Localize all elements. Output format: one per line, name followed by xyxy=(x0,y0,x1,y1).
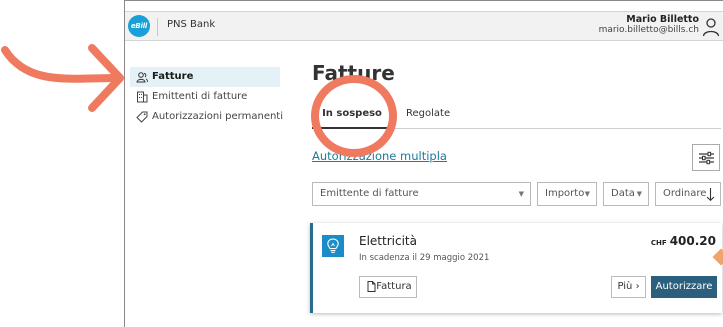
chevron-down-icon: ▼ xyxy=(636,190,642,198)
chevron-down-icon: ▼ xyxy=(518,190,524,198)
app-window: eBill PNS Bank Mario Billetto mario.bill… xyxy=(124,0,723,327)
currency-label: CHF xyxy=(650,239,667,247)
building-icon xyxy=(137,91,148,103)
user-info[interactable]: Mario Billetto mario.billetto@bills.ch xyxy=(599,14,699,36)
sidebar-item-bills[interactable]: Fatture xyxy=(130,67,280,87)
sidebar-item-label: Autorizzazioni permanenti xyxy=(152,111,284,122)
sidebar-item-label: Fatture xyxy=(152,71,194,82)
lightbulb-icon xyxy=(322,235,344,257)
tab-settled[interactable]: Regolate xyxy=(406,101,462,129)
amount-filter-label: Importo xyxy=(545,188,585,199)
user-name: Mario Billetto xyxy=(626,14,699,25)
sidebar-item-label: Emittenti di fatture xyxy=(152,91,248,102)
issuer-filter-select[interactable]: Emittente di fatture ▼ xyxy=(312,182,531,206)
chevron-right-icon: › xyxy=(635,281,640,292)
annotation-highlight-circle xyxy=(311,75,397,157)
document-icon xyxy=(367,281,376,292)
bill-amount: CHF 400.20 xyxy=(651,234,716,248)
bill-card[interactable]: Elettricità In scadenza il 29 maggio 202… xyxy=(310,223,722,313)
issuer-filter-label: Emittente di fatture xyxy=(320,188,419,199)
chevron-down-icon: ▼ xyxy=(584,190,590,198)
sidebar-item-permanent-authorizations[interactable]: Autorizzazioni permanenti xyxy=(130,107,284,127)
more-button[interactable]: Più › xyxy=(611,276,646,298)
ebill-logo[interactable]: eBill xyxy=(128,15,150,37)
bill-title: Elettricità xyxy=(359,234,417,248)
logo-divider xyxy=(157,18,158,36)
top-bar: eBill PNS Bank Mario Billetto mario.bill… xyxy=(125,11,723,41)
amount-value: 400.20 xyxy=(669,234,716,248)
sort-arrow-icon xyxy=(706,188,715,201)
annotation-arrow-icon xyxy=(1,44,124,112)
invoice-button-label: Fattura xyxy=(376,281,412,292)
bank-name: PNS Bank xyxy=(167,19,216,30)
user-email: mario.billetto@bills.ch xyxy=(598,25,699,35)
user-icon[interactable] xyxy=(702,17,720,37)
amount-filter-select[interactable]: Importo ▼ xyxy=(537,182,597,206)
authorize-button[interactable]: Autorizzare xyxy=(651,276,717,298)
filter-settings-button[interactable] xyxy=(692,144,720,171)
view-invoice-button[interactable]: Fattura xyxy=(359,276,417,298)
sort-select[interactable]: Ordinare xyxy=(655,182,721,206)
sidebar-item-issuers[interactable]: Emittenti di fatture xyxy=(130,87,280,107)
more-button-label: Più xyxy=(617,281,633,292)
sort-label: Ordinare xyxy=(663,188,707,199)
sidebar: Fatture Emittenti di fatture Autorizzazi… xyxy=(130,67,284,127)
date-filter-select[interactable]: Data ▼ xyxy=(603,182,649,206)
date-filter-label: Data xyxy=(611,188,635,199)
tag-icon xyxy=(136,111,148,123)
people-icon xyxy=(136,72,148,83)
sliders-icon xyxy=(699,151,714,165)
bill-due-date: In scadenza il 29 maggio 2021 xyxy=(359,253,490,263)
